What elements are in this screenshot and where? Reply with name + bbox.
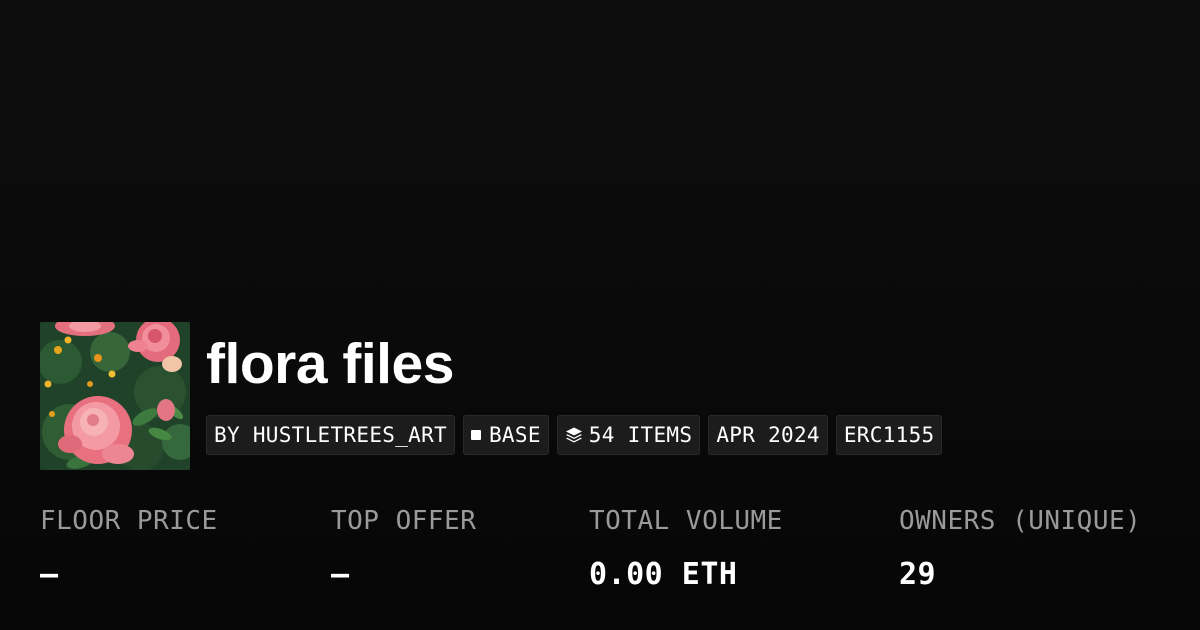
owners-value: 29 [899, 557, 937, 593]
items-badge: 54 ITEMS [556, 415, 701, 455]
creator-badge[interactable]: BY HUSTLETREES_ART [206, 415, 455, 455]
owners-label: OWNERS (UNIQUE) [899, 506, 1142, 536]
floor-price-value: — [40, 557, 59, 593]
pink-roses-icon [40, 322, 190, 470]
collection-badges: BY HUSTLETREES_ART BASE 54 ITEMS APR 202… [206, 415, 943, 455]
collection-thumbnail[interactable] [40, 322, 190, 470]
chain-icon [470, 430, 481, 440]
owners-stat: OWNERS (UNIQUE) 29 [899, 506, 1141, 593]
date-badge: APR 2024 [708, 415, 828, 455]
standard-label: ERC1155 [843, 423, 935, 447]
date-label: APR 2024 [716, 423, 820, 447]
chain-badge: BASE [462, 415, 549, 455]
top-offer-stat: TOP OFFER — [331, 506, 476, 593]
standard-badge: ERC1155 [835, 415, 943, 455]
layers-icon [565, 426, 583, 444]
floor-price-stat: FLOOR PRICE — [40, 506, 218, 593]
items-count: 54 ITEMS [588, 423, 693, 447]
collection-title: flora files [206, 332, 454, 396]
creator-label: BY HUSTLETREES_ART [214, 423, 447, 447]
floor-price-label: FLOOR PRICE [40, 506, 218, 536]
total-volume-stat: TOTAL VOLUME 0.00 ETH [589, 506, 783, 593]
chain-label: BASE [488, 423, 541, 447]
collection-card: flora files BY HUSTLETREES_ART BASE 54 I… [0, 0, 1200, 630]
top-offer-label: TOP OFFER [331, 506, 477, 536]
top-offer-value: — [331, 557, 350, 593]
total-volume-label: TOTAL VOLUME [589, 506, 783, 536]
total-volume-value: 0.00 ETH [589, 557, 738, 593]
